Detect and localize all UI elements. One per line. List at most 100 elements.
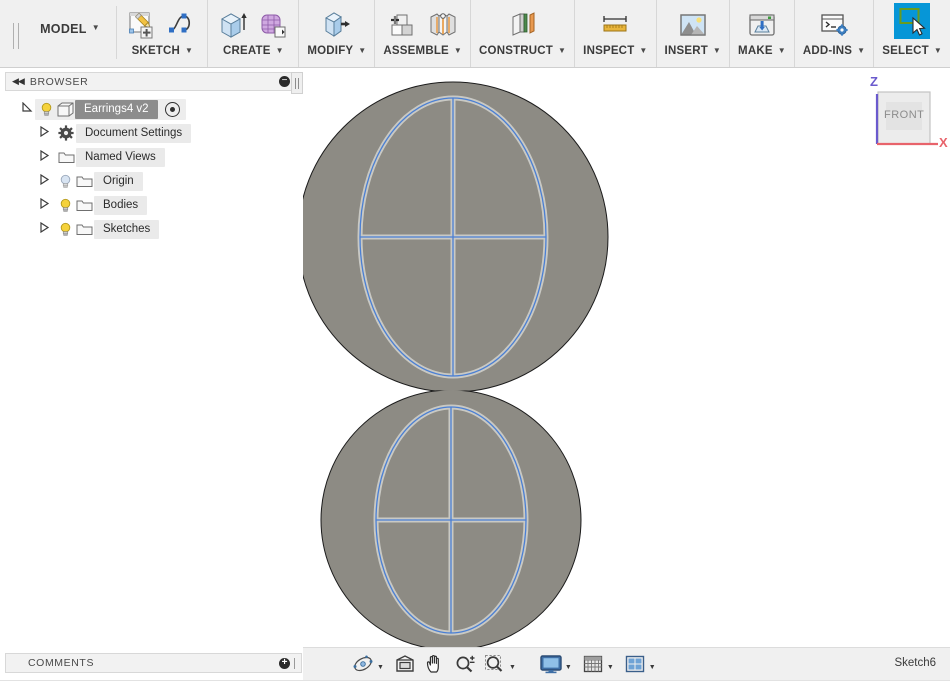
zoom-icon[interactable] xyxy=(452,652,478,676)
ribbon-group-create: CREATE ▼ xyxy=(208,0,300,67)
browser-panel-header: ◀◀ BROWSER − xyxy=(5,72,302,91)
active-sketch-label: Sketch6 xyxy=(894,657,936,669)
expand-arrow-icon[interactable] xyxy=(37,125,53,140)
expand-arrow-icon[interactable] xyxy=(19,101,35,116)
collapse-left-icon[interactable]: ◀◀ xyxy=(12,76,25,87)
ribbon-group-label[interactable]: MAKE ▼ xyxy=(738,45,786,57)
ribbon-group-label[interactable]: CREATE ▼ xyxy=(223,45,284,57)
tree-item-bodies[interactable]: Bodies xyxy=(5,193,302,217)
ribbon-group-assemble: ASSEMBLE ▼ xyxy=(375,0,472,67)
joint-icon[interactable] xyxy=(426,8,460,42)
measure-icon[interactable] xyxy=(598,8,632,42)
grip-lines-icon xyxy=(12,22,19,49)
insert-image-icon[interactable] xyxy=(676,8,710,42)
model-canvas[interactable] xyxy=(303,69,950,647)
activate-component-icon[interactable] xyxy=(164,101,180,117)
chevron-down-icon[interactable]: ▼ xyxy=(377,664,384,671)
viewcube-axis-z-label: Z xyxy=(870,74,878,89)
ribbon-group-label[interactable]: MODIFY ▼ xyxy=(307,45,366,57)
tree-item-label: Earrings4 v2 xyxy=(75,99,158,119)
folder-icon xyxy=(56,150,76,164)
expand-arrow-icon[interactable] xyxy=(37,173,53,188)
ribbon-drag-grip[interactable] xyxy=(0,0,31,67)
pan-tool[interactable] xyxy=(420,651,450,677)
new-component-icon[interactable] xyxy=(386,8,420,42)
ribbon-group-label[interactable]: ADD-INS ▼ xyxy=(803,45,865,57)
look-at-icon[interactable] xyxy=(392,652,418,676)
select-icon[interactable] xyxy=(892,2,932,42)
comments-title: COMMENTS xyxy=(28,657,95,669)
upper-sketch-profile[interactable] xyxy=(357,95,549,379)
chevron-down-icon[interactable]: ▼ xyxy=(565,664,572,671)
ribbon-group-label[interactable]: INSERT ▼ xyxy=(665,45,722,57)
offset-plane-icon[interactable] xyxy=(506,8,540,42)
add-comment-icon[interactable]: + xyxy=(279,657,290,669)
chevron-down-icon: ▼ xyxy=(933,46,942,55)
tree-item-document-settings[interactable]: Document Settings xyxy=(5,121,302,145)
tree-item-label: Bodies xyxy=(94,195,148,215)
create-sketch-icon[interactable] xyxy=(125,8,159,42)
scripts-addins-icon[interactable] xyxy=(817,8,851,42)
folder-icon xyxy=(74,174,94,188)
create-form-icon[interactable] xyxy=(256,8,290,42)
tree-item-label: Document Settings xyxy=(76,123,192,143)
workspace-switcher[interactable]: MODEL ▼ xyxy=(31,6,118,59)
viewports-tool[interactable]: ▼ xyxy=(620,651,662,677)
folder-icon xyxy=(74,222,94,236)
grid-snaps-tool[interactable]: ▼ xyxy=(578,651,620,677)
3d-print-icon[interactable] xyxy=(745,8,779,42)
chevron-down-icon[interactable]: ▼ xyxy=(509,664,516,671)
construct-label: CONSTRUCT xyxy=(479,45,554,57)
minimize-icon[interactable]: − xyxy=(279,76,290,87)
lightbulb-on-icon[interactable] xyxy=(56,198,74,213)
ribbon-group-label[interactable]: INSPECT ▼ xyxy=(583,45,647,57)
lightbulb-on-icon[interactable] xyxy=(37,102,55,117)
press-pull-icon[interactable] xyxy=(320,8,354,42)
extrude-icon[interactable] xyxy=(216,8,250,42)
lightbulb-off-icon[interactable] xyxy=(56,174,74,189)
component-icon xyxy=(55,102,75,117)
viewcube-axis-x-label: X xyxy=(939,135,948,150)
chevron-down-icon[interactable]: ▼ xyxy=(649,664,656,671)
display-settings-tool[interactable]: ▼ xyxy=(536,651,578,677)
expand-arrow-icon[interactable] xyxy=(37,221,53,236)
ribbon-group-sketch: SKETCH ▼ xyxy=(117,0,209,67)
look-at-tool[interactable] xyxy=(390,651,420,677)
orbit-tool[interactable]: ▼ xyxy=(348,651,390,677)
nav-tools: ▼ ▼ ▼ ▼ ▼ xyxy=(348,651,662,677)
expand-arrow-icon[interactable] xyxy=(37,149,53,164)
panel-splitter-handle[interactable] xyxy=(291,72,303,94)
viewports-icon[interactable] xyxy=(622,652,648,676)
comments-panel-header[interactable]: COMMENTS + xyxy=(5,653,302,673)
workspace-label: MODEL xyxy=(40,21,87,36)
lightbulb-on-icon[interactable] xyxy=(56,222,74,237)
orbit-icon[interactable] xyxy=(350,652,376,676)
grid-snaps-icon[interactable] xyxy=(580,652,606,676)
ribbon-group-label[interactable]: SKETCH ▼ xyxy=(132,45,194,57)
chevron-down-icon[interactable]: ▼ xyxy=(607,664,614,671)
expand-arrow-icon[interactable] xyxy=(37,197,53,212)
model-geometry xyxy=(303,81,609,647)
ribbon-group-addins: ADD-INS ▼ xyxy=(795,0,875,67)
display-settings-icon[interactable] xyxy=(538,652,564,676)
zoom-window-tool[interactable]: ▼ xyxy=(480,651,522,677)
ribbon-group-label[interactable]: CONSTRUCT ▼ xyxy=(479,45,566,57)
pan-icon[interactable] xyxy=(422,652,448,676)
ribbon-group-label[interactable]: ASSEMBLE ▼ xyxy=(383,45,462,57)
zoom-tool[interactable] xyxy=(450,651,480,677)
tree-item-sketches[interactable]: Sketches xyxy=(5,217,302,241)
chevron-down-icon: ▼ xyxy=(185,46,194,55)
zoom-window-icon[interactable] xyxy=(482,652,508,676)
chevron-down-icon: ▼ xyxy=(777,46,786,55)
view-cube[interactable]: Z X FRONT xyxy=(860,74,948,160)
tree-item-earrings4[interactable]: Earrings4 v2 xyxy=(5,97,302,121)
ribbon-group-insert: INSERT ▼ xyxy=(657,0,731,67)
lower-sketch-profile[interactable] xyxy=(373,404,529,636)
select-label: SELECT xyxy=(882,45,929,57)
inspect-label: INSPECT xyxy=(583,45,635,57)
tree-item-named-views[interactable]: Named Views xyxy=(5,145,302,169)
insert-label: INSERT xyxy=(664,45,708,57)
ribbon-group-label[interactable]: SELECT ▼ xyxy=(882,45,942,57)
tree-item-origin[interactable]: Origin xyxy=(5,169,302,193)
spline-icon[interactable] xyxy=(165,8,199,42)
